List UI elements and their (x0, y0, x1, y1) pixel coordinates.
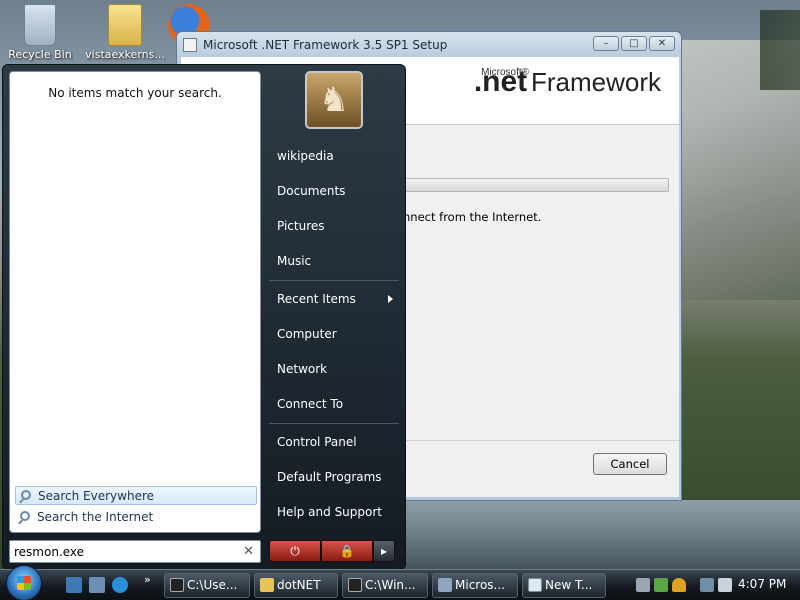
user-picture[interactable]: ♞ (305, 71, 363, 129)
close-button[interactable]: ✕ (649, 36, 675, 51)
start-search-box[interactable]: ✕ (9, 540, 261, 563)
recycle-bin-icon (24, 4, 56, 46)
volume-muted-icon[interactable] (718, 578, 732, 592)
setup-progress-bar (403, 178, 669, 192)
start-item-control-panel[interactable]: Control Panel (269, 425, 399, 459)
command-prompt-icon (170, 578, 184, 592)
shutdown-options-button[interactable]: ▸ (373, 540, 395, 562)
no-results-message: No items match your search. (48, 86, 222, 100)
network-icon[interactable] (700, 578, 714, 592)
taskbar-button-label: C:\Use... (187, 578, 238, 592)
internet-explorer-icon[interactable] (112, 577, 128, 593)
minimize-button[interactable]: – (593, 36, 619, 51)
command-prompt-icon (348, 578, 362, 592)
start-item-music[interactable]: Music (269, 244, 399, 278)
submenu-arrow-icon (388, 295, 393, 303)
system-tray (636, 575, 732, 595)
taskbar-button-label: New T... (545, 578, 593, 592)
desktop-icon-label: Recycle Bin (8, 48, 72, 61)
cancel-button[interactable]: Cancel (593, 453, 667, 475)
start-button[interactable] (6, 565, 42, 600)
taskbar-button-microsoft-setup[interactable]: Micros... (432, 573, 518, 598)
setup-window-title: Microsoft .NET Framework 3.5 SP1 Setup (203, 37, 448, 52)
desktop-trees-background (760, 10, 800, 90)
taskbar-button-label: dotNET (277, 578, 321, 592)
taskbar-button-cmd-windows[interactable]: C:\Win... (342, 573, 428, 598)
desktop-lake-background (405, 500, 800, 570)
setup-status-text: nnect from the Internet. (403, 210, 542, 224)
windows-update-icon[interactable] (654, 578, 668, 592)
taskbar-button-new-text[interactable]: New T... (522, 573, 606, 598)
taskbar-button-label: Micros... (455, 578, 505, 592)
start-menu-results-pane: No items match your search. Search Every… (9, 71, 261, 533)
logo-framework-text: Framework (530, 67, 661, 97)
start-item-connect-to[interactable]: Connect To (269, 387, 399, 421)
taskbar-button-cmd-users[interactable]: C:\Use... (164, 573, 250, 598)
start-item-default-programs[interactable]: Default Programs (269, 460, 399, 494)
start-item-pictures[interactable]: Pictures (269, 209, 399, 243)
setup-app-icon (183, 37, 197, 52)
power-button[interactable]: ⏻ (269, 540, 321, 562)
desktop-icon-label: vistaexkerns... (85, 48, 165, 61)
dotnet-framework-logo: Microsoft® .net Framework (474, 65, 661, 99)
taskbar: » C:\Use... dotNET C:\Win... Micros... N… (0, 565, 800, 600)
start-item-documents[interactable]: Documents (269, 174, 399, 208)
start-item-recent-items[interactable]: Recent Items (269, 282, 399, 316)
search-internet-label: Search the Internet (37, 510, 154, 524)
power-button-row: ⏻ 🔒 ▸ (269, 540, 395, 562)
clear-search-icon[interactable]: ✕ (243, 544, 254, 559)
start-item-computer[interactable]: Computer (269, 317, 399, 351)
maximize-button[interactable]: □ (621, 36, 647, 51)
start-menu-separator (269, 280, 399, 281)
search-everywhere-link[interactable]: Search Everywhere (15, 486, 257, 505)
start-item-network[interactable]: Network (269, 352, 399, 386)
quicklaunch-chevron[interactable]: » (144, 573, 151, 586)
search-icon (20, 511, 30, 521)
taskbar-button-label: C:\Win... (365, 578, 416, 592)
notepad-icon (528, 578, 542, 592)
search-internet-link[interactable]: Search the Internet (15, 508, 257, 527)
window-controls: – □ ✕ (593, 36, 675, 51)
start-item-wikipedia[interactable]: wikipedia (269, 139, 399, 173)
recent-items-label: Recent Items (277, 292, 356, 306)
start-search-input[interactable] (14, 543, 238, 561)
setup-icon (438, 578, 452, 592)
taskbar-button-dotnet[interactable]: dotNET (254, 573, 338, 598)
desktop-icon-vistaexkerns[interactable]: vistaexkerns... (84, 2, 166, 61)
lock-button[interactable]: 🔒 (321, 540, 373, 562)
switch-windows-icon[interactable] (89, 577, 105, 593)
desktop-icon-recycle-bin[interactable]: Recycle Bin (8, 2, 72, 61)
search-icon (21, 490, 31, 500)
taskbar-clock[interactable]: 4:07 PM (738, 577, 786, 591)
show-desktop-icon[interactable] (66, 577, 82, 593)
start-menu-separator (269, 423, 399, 424)
start-item-help-and-support[interactable]: Help and Support (269, 495, 399, 529)
logo-microsoft-text: Microsoft® (481, 67, 529, 78)
folder-icon (108, 4, 142, 46)
folder-icon (260, 578, 274, 592)
chess-pieces-icon: ♞ (318, 80, 350, 120)
battery-icon[interactable] (636, 578, 650, 592)
tray-spacer (690, 578, 696, 592)
windows-logo-icon (17, 576, 31, 590)
start-menu: No items match your search. Search Every… (2, 64, 406, 570)
search-everywhere-label: Search Everywhere (38, 489, 154, 503)
security-shield-icon[interactable] (672, 578, 686, 592)
